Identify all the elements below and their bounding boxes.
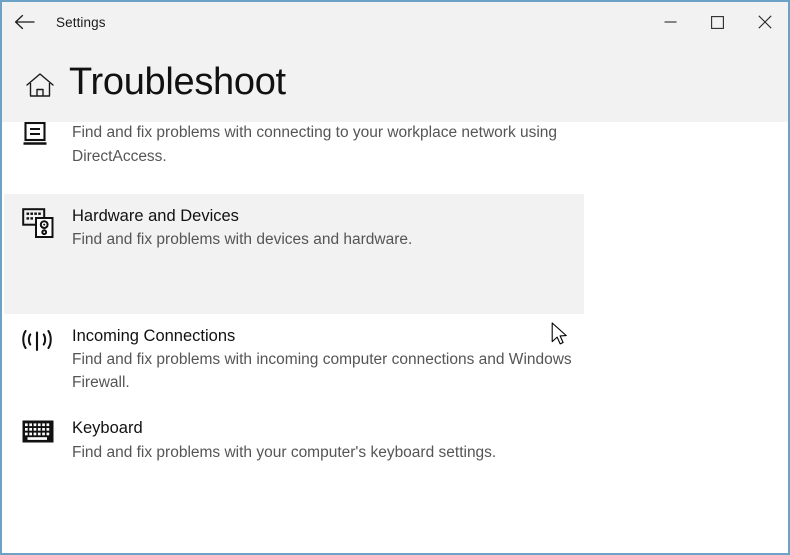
list-item-hardware-and-devices[interactable]: Hardware and Devices Find and fix proble… — [4, 194, 584, 314]
minimize-icon — [664, 21, 677, 23]
list-item-description: Find and fix problems with incoming comp… — [72, 350, 572, 392]
list-item-title: Hardware and Devices — [72, 207, 239, 225]
list-item-body: Keyboard Find and fix problems with your… — [72, 417, 788, 464]
minimize-button[interactable] — [647, 2, 694, 42]
directaccess-glyph-icon — [23, 122, 47, 145]
list-item-body: Windows Network Diagnostics Find and fix… — [72, 122, 788, 182]
list-item[interactable]: Windows Network Diagnostics Find and fix… — [4, 122, 788, 194]
back-button[interactable] — [2, 2, 46, 42]
keyboard-glyph-icon — [22, 420, 54, 443]
hardware-devices-icon — [22, 205, 72, 252]
app-title: Settings — [56, 14, 106, 30]
window-controls — [647, 2, 788, 42]
list-item-body: Hardware and Devices Find and fix proble… — [72, 205, 584, 252]
troubleshoot-list[interactable]: Windows Network Diagnostics Find and fix… — [4, 122, 788, 553]
incoming-connections-glyph-icon — [22, 329, 52, 351]
list-item-keyboard[interactable]: Keyboard Find and fix problems with your… — [4, 406, 788, 476]
close-icon — [757, 15, 772, 29]
back-arrow-icon — [14, 14, 35, 30]
list-item-body: Incoming Connections Find and fix proble… — [72, 325, 788, 395]
directaccess-icon — [22, 122, 72, 182]
list-item-incoming-connections[interactable]: Incoming Connections Find and fix proble… — [4, 314, 788, 407]
home-icon[interactable] — [23, 65, 57, 99]
keyboard-icon — [22, 417, 72, 464]
close-button[interactable] — [741, 2, 788, 42]
list-item-description: Find and fix problems with devices and h… — [72, 231, 413, 249]
home-glyph-icon — [26, 73, 54, 97]
maximize-button[interactable] — [694, 2, 741, 42]
list-item-title: Incoming Connections — [72, 326, 236, 345]
hardware-devices-glyph-icon — [22, 208, 54, 238]
list-item-description: Find and fix problems with your computer… — [72, 443, 497, 461]
maximize-icon — [711, 15, 724, 29]
title-bar: Settings — [2, 2, 788, 42]
page-header: Troubleshoot — [2, 42, 788, 122]
list-item-title: Keyboard — [72, 419, 143, 438]
list-item-description: Find and fix problems with connecting to… — [72, 124, 558, 165]
page-title: Troubleshoot — [69, 61, 286, 103]
settings-window: Settings Troubleshoot Find and fix probl… — [0, 0, 790, 555]
incoming-connections-icon — [22, 325, 72, 395]
